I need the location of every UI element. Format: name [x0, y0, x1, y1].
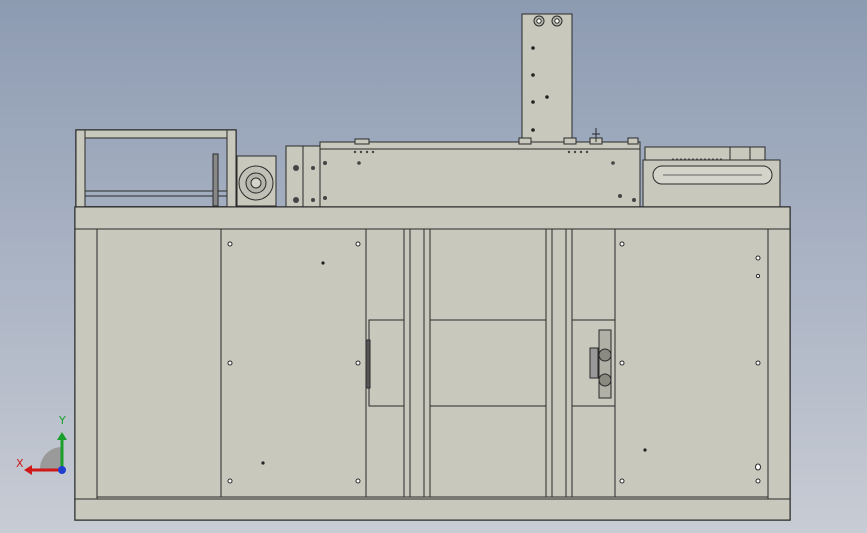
gear-motor[interactable] — [236, 155, 277, 207]
coordinate-triad — [24, 432, 67, 475]
x-axis-label: X — [16, 457, 24, 470]
right-module[interactable] — [642, 146, 781, 208]
center-section[interactable] — [365, 228, 616, 498]
y-axis-arrowhead — [57, 432, 67, 440]
y-axis-label: Y — [59, 414, 66, 427]
left-door-panel[interactable] — [220, 228, 367, 498]
left-top-frame[interactable] — [75, 129, 237, 208]
machine-model[interactable] — [0, 0, 867, 533]
right-door-panel[interactable] — [614, 228, 769, 498]
z-axis-dot — [58, 466, 66, 474]
3d-viewport[interactable]: X Y — [0, 0, 867, 533]
vertical-tower[interactable] — [521, 13, 573, 143]
conveyor-housing[interactable] — [285, 128, 641, 208]
x-axis-arrowhead — [24, 465, 32, 475]
